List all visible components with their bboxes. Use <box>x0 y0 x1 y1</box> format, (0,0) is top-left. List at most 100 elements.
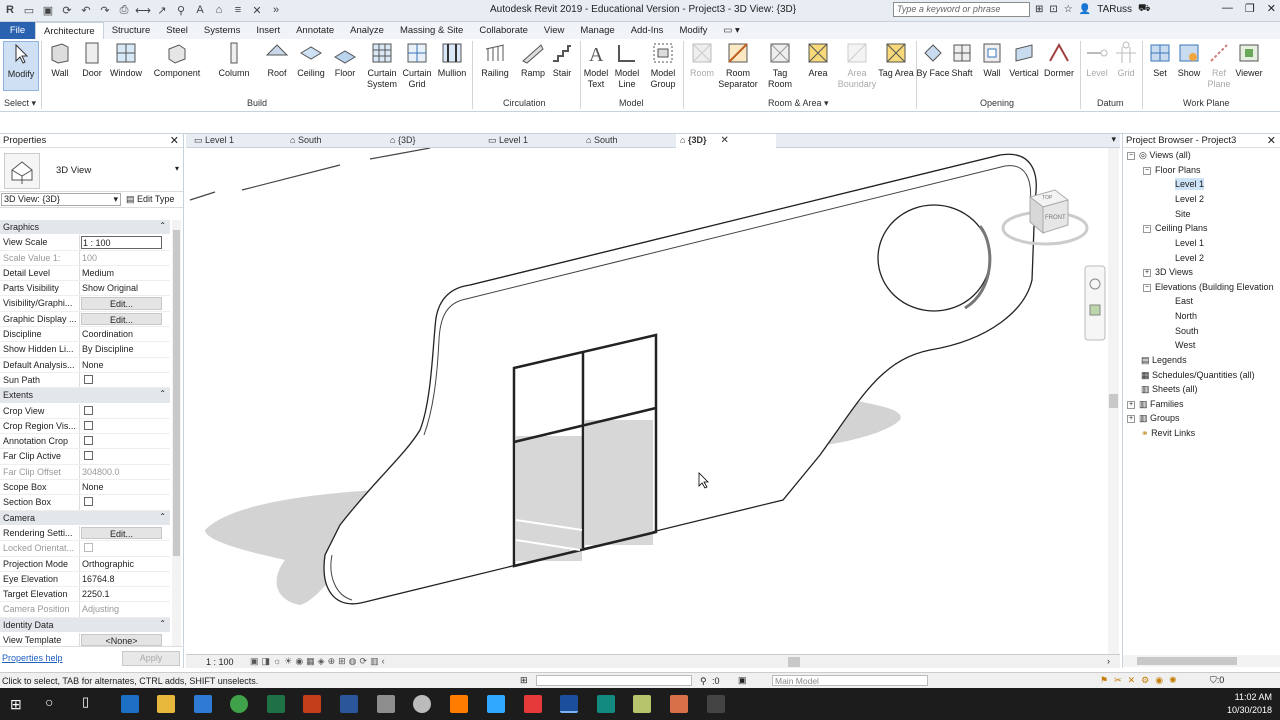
modify-button[interactable]: Modify <box>3 41 39 91</box>
scrollbar-thumb[interactable] <box>1109 394 1118 408</box>
collapse-icon[interactable]: − <box>1127 151 1135 160</box>
switch-windows-icon[interactable]: » <box>268 2 284 18</box>
window-button[interactable]: Window <box>108 41 144 79</box>
collapse-icon[interactable]: ⌃ <box>159 221 166 230</box>
wall-button[interactable]: Wall <box>42 41 78 79</box>
workset-select[interactable] <box>536 675 692 686</box>
restore-icon[interactable]: ❐ <box>1245 2 1255 15</box>
area-boundary-button[interactable]: Area Boundary <box>836 41 878 90</box>
panel-room-area[interactable]: Room & Area ▾ <box>768 98 829 109</box>
tab-list-icon[interactable]: ▾ <box>1111 134 1116 145</box>
view-tab-level1[interactable]: ▭ Level 1 <box>484 134 532 148</box>
component-button[interactable]: Component <box>152 41 202 79</box>
wall-opening-button[interactable]: Wall <box>974 41 1010 79</box>
scrollbar-thumb[interactable] <box>1137 657 1237 665</box>
expand-icon[interactable]: + <box>1127 414 1135 423</box>
instance-filter-select[interactable]: 3D View: {3D} ▾ <box>1 193 121 206</box>
crop-region-checkbox[interactable] <box>84 420 93 430</box>
view-tab-level1[interactable]: ▭ Level 1 <box>190 134 238 148</box>
selection-filter-icons[interactable]: ⚑✂✕⚙◉✺ <box>1100 675 1183 686</box>
collapse-icon[interactable]: ⌃ <box>159 512 166 521</box>
file-explorer-icon[interactable] <box>157 695 175 713</box>
tree-ceiling-plan-level1[interactable]: Level 1 <box>1175 237 1204 249</box>
section-identity-data[interactable]: Identity Data ⌃ <box>0 617 170 634</box>
task-view-icon[interactable]: ▯ <box>82 694 89 710</box>
app-icon[interactable] <box>633 695 651 713</box>
excel-icon[interactable] <box>267 695 285 713</box>
tree-groups[interactable]: + ▥ Groups <box>1127 412 1180 424</box>
section-box-checkbox[interactable] <box>84 497 93 507</box>
collapse-icon[interactable]: ⌃ <box>159 389 166 398</box>
door-button[interactable]: Door <box>74 41 110 79</box>
view-template-button[interactable]: <None> <box>81 634 162 646</box>
detail-level-field[interactable]: Medium <box>80 266 170 280</box>
view-scale-label[interactable]: 1 : 100 <box>206 657 234 667</box>
text-icon[interactable]: A <box>192 2 208 18</box>
user-name[interactable]: TARuss <box>1097 4 1132 15</box>
expand-icon[interactable]: + <box>1143 268 1151 277</box>
show-hidden-lines-field[interactable]: By Discipline <box>80 342 170 356</box>
powerpoint-icon[interactable] <box>303 695 321 713</box>
tab-analyze[interactable]: Analyze <box>342 22 392 39</box>
view-scale-field[interactable]: 1 : 100 <box>81 236 162 249</box>
section-extents[interactable]: Extents ⌃ <box>0 388 170 404</box>
annotation-crop-checkbox[interactable] <box>84 436 93 446</box>
editable-only-icon[interactable]: ⚲ <box>700 676 707 687</box>
tab-modify[interactable]: Modify <box>671 22 715 39</box>
chrome-icon[interactable] <box>230 695 248 713</box>
curtain-grid-button[interactable]: Curtain Grid <box>399 41 435 90</box>
tree-sheets[interactable]: ▥ Sheets (all) <box>1141 383 1198 395</box>
tree-floor-plan-site[interactable]: Site <box>1175 208 1191 220</box>
section-graphics[interactable]: Graphics ⌃ <box>0 220 170 236</box>
scroll-right-icon[interactable]: › <box>1107 656 1110 666</box>
app-icon[interactable] <box>413 695 431 713</box>
tag-icon[interactable]: ⚲ <box>173 2 189 18</box>
discipline-field[interactable]: Coordination <box>80 327 170 341</box>
close-hidden-icon[interactable]: ✕ <box>249 2 265 18</box>
vertical-opening-button[interactable]: Vertical <box>1006 41 1042 79</box>
crop-view-checkbox[interactable] <box>84 405 93 415</box>
redo-icon[interactable]: ↷ <box>97 2 113 18</box>
cart-icon[interactable]: ⛟ <box>1138 3 1151 16</box>
revit-logo-icon[interactable]: R <box>2 2 18 18</box>
target-elevation-field[interactable]: 2250.1 <box>80 587 170 601</box>
filter-icon[interactable]: ⛉:0 <box>1210 675 1224 686</box>
app-icon[interactable] <box>707 695 725 713</box>
tree-schedules[interactable]: ▦ Schedules/Quantities (all) <box>1141 369 1255 381</box>
search-icon[interactable]: ○ <box>45 694 53 710</box>
tree-elevations[interactable]: − Elevations (Building Elevation <box>1143 281 1274 293</box>
store-icon[interactable] <box>194 695 212 713</box>
visibility-graphics-edit-button[interactable]: Edit... <box>81 297 162 310</box>
edit-type-button[interactable]: ▤ Edit Type <box>126 194 174 205</box>
sun-path-checkbox[interactable] <box>84 374 93 384</box>
far-clip-active-checkbox[interactable] <box>84 451 93 461</box>
windows-start-icon[interactable]: ⊞ <box>10 696 22 713</box>
illustrator-icon[interactable] <box>450 695 468 713</box>
floor-button[interactable]: Floor <box>327 41 363 79</box>
tag-room-button[interactable]: Tag Room <box>762 41 798 90</box>
ribbon-options-icon[interactable]: ▭ ▾ <box>715 22 747 39</box>
tab-manage[interactable]: Manage <box>572 22 622 39</box>
tree-ceiling-plans[interactable]: − Ceiling Plans <box>1143 222 1208 234</box>
measure-icon[interactable]: ⟷ <box>135 2 151 18</box>
tab-massing-site[interactable]: Massing & Site <box>392 22 471 39</box>
worksets-icon[interactable]: ⊞ <box>520 675 528 686</box>
collapse-icon[interactable]: − <box>1143 224 1151 233</box>
model-line-button[interactable]: Model Line <box>609 41 645 90</box>
default-analysis-field[interactable]: None <box>80 358 170 372</box>
tab-architecture[interactable]: Architecture <box>35 22 104 39</box>
tab-annotate[interactable]: Annotate <box>288 22 342 39</box>
tab-file[interactable]: File <box>0 22 35 39</box>
view-control-icons[interactable]: ▣◨☼☀◉▦◈⊕⊞◍⟳▥‹ <box>250 656 388 667</box>
column-button[interactable]: Column <box>216 41 252 79</box>
dormer-button[interactable]: Dormer <box>1041 41 1077 79</box>
ceiling-button[interactable]: Ceiling <box>293 41 329 79</box>
word-icon[interactable] <box>340 695 358 713</box>
rendering-settings-edit-button[interactable]: Edit... <box>81 526 162 540</box>
viewer-button[interactable]: Viewer <box>1231 41 1267 79</box>
tab-insert[interactable]: Insert <box>248 22 288 39</box>
tab-view[interactable]: View <box>536 22 572 39</box>
acrobat-icon[interactable] <box>524 695 542 713</box>
favorites-icon[interactable]: ☆ <box>1064 4 1073 15</box>
model-group-button[interactable]: Model Group <box>645 41 681 90</box>
